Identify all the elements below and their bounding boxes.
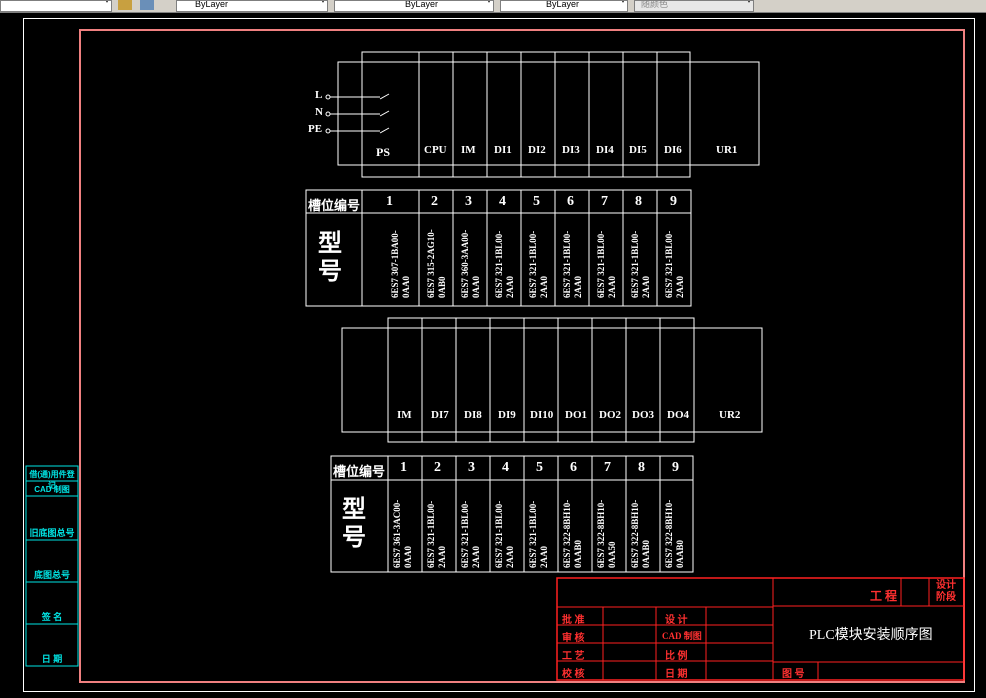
table1-model: 6ES7 360-3AA00-0AA0 — [460, 229, 481, 298]
rack1-slot-di6: DI6 — [664, 144, 682, 156]
drawing-canvas[interactable] — [0, 0, 986, 698]
rack1 — [325, 51, 760, 178]
table1-slot-number: 6 — [567, 194, 574, 209]
title-mid-label: 日 期 — [665, 669, 688, 680]
table1-slot-number: 7 — [601, 194, 608, 209]
rack1-slot-di1: DI1 — [494, 144, 512, 156]
table1-slot-number: 5 — [533, 194, 540, 209]
table1-slot-number: 1 — [386, 194, 393, 209]
rack2-slot-do1: DO1 — [565, 409, 587, 421]
table2-model: 6ES7 322-8BH10-0AAB0 — [562, 499, 583, 568]
rack2-slot-do2: DO2 — [599, 409, 621, 421]
rack2-slot-di9: DI9 — [498, 409, 516, 421]
rack1-slot-ps: PS — [376, 145, 391, 159]
title-left-label: 校 核 — [562, 669, 585, 680]
rack1-slot-im: IM — [461, 144, 476, 156]
table2-slot-number: 8 — [638, 460, 645, 475]
table2-model: 6ES7 322-8BH10-0AAB0 — [664, 499, 685, 568]
table1-type-label: 型号 — [318, 231, 342, 285]
rack2-rail-label: UR2 — [719, 409, 741, 421]
side-label-drawing-no: 底图总号 — [33, 570, 70, 580]
table2-slot-number: 3 — [468, 460, 475, 475]
table1-model: 6ES7 321-1BL00-2AA0 — [494, 230, 515, 298]
rack2-slot-di7: DI7 — [431, 409, 449, 421]
power-terminal-wiring — [325, 93, 390, 134]
table2-model: 6ES7 361-3AC00-0AA0 — [392, 499, 413, 568]
title-left-label: 工 艺 — [562, 651, 585, 662]
terminal-label-l: L — [315, 89, 323, 101]
table2-header: 槽位编号 — [333, 464, 386, 479]
rack1-slot-cpu: CPU — [424, 144, 447, 156]
table2-model: 6ES7 321-1BL00-2AA0 — [460, 500, 481, 568]
table1-slot-number: 4 — [499, 194, 506, 209]
table2-model: 6ES7 322-8BH10-0AA50 — [596, 499, 617, 568]
table1-model: 6ES7 321-1BL00-2AA0 — [528, 230, 549, 298]
title-mid-label: 比 例 — [665, 651, 688, 662]
table1-slot-number: 2 — [431, 194, 438, 209]
table1-model: 6ES7 321-1BL00-2AA0 — [562, 230, 583, 298]
table1-model: 6ES7 307-1BA00-0AA0 — [390, 230, 411, 298]
rack2-slot-di8: DI8 — [464, 409, 482, 421]
drawing-title: PLC模块安装顺序图 — [809, 628, 933, 643]
side-label-date: 日 期 — [41, 654, 63, 664]
table2-model: 6ES7 321-1BL00-2AA0 — [528, 500, 549, 568]
rack2-slot-im: IM — [397, 409, 412, 421]
title-mid-label: 设 计 — [665, 615, 688, 626]
rack1-slot-di2: DI2 — [528, 144, 546, 156]
table2-model: 6ES7 321-1BL00-2AA0 — [426, 500, 447, 568]
side-label-signature: 签 名 — [41, 612, 63, 622]
terminal-label-n: N — [315, 106, 323, 118]
title-project-label: 工 程 — [870, 589, 898, 603]
table2-slot-number: 4 — [502, 460, 509, 475]
table1-slot-number: 8 — [635, 194, 642, 209]
title-mid-label: CAD 制图 — [662, 631, 702, 641]
side-label-cad-drafting: CAD 制图 — [34, 485, 70, 494]
table2-slot-number: 2 — [434, 460, 441, 475]
table1-model: 6ES7 321-1BL00-2AA0 — [630, 230, 651, 298]
side-panel-grid — [25, 465, 79, 667]
table1-model: 6ES7 321-1BL00-2AA0 — [664, 230, 685, 298]
table1-model: 6ES7 315-2AG10-0AB0 — [426, 229, 447, 298]
side-label-old-drawing-no: 旧底图总号 — [29, 528, 75, 538]
rack2 — [341, 317, 763, 443]
drawing-number-label: 图 号 — [782, 669, 805, 680]
title-left-label: 批 准 — [562, 615, 585, 626]
terminal-label-pe: PE — [308, 123, 323, 135]
table2-slot-number: 9 — [672, 460, 679, 475]
table2-slot-number: 6 — [570, 460, 577, 475]
rack1-slot-di4: DI4 — [596, 144, 614, 156]
table1-slot-number: 9 — [670, 194, 677, 209]
table2-model: 6ES7 322-8BH10-0AAB0 — [630, 499, 651, 568]
table1-slot-number: 3 — [465, 194, 472, 209]
table2-slot-number: 1 — [400, 460, 407, 475]
rack2-slot-do4: DO4 — [667, 409, 689, 421]
table1-header: 槽位编号 — [308, 198, 361, 213]
table2-slot-number: 7 — [604, 460, 611, 475]
table2-model: 6ES7 321-1BL00-2AA0 — [494, 500, 515, 568]
rack2-slot-do3: DO3 — [632, 409, 654, 421]
title-left-label: 审 核 — [562, 633, 585, 644]
rack1-rail-label: UR1 — [716, 144, 738, 156]
table2-type-label: 型号 — [342, 497, 366, 551]
table1-model: 6ES7 321-1BL00-2AA0 — [596, 230, 617, 298]
table2-slot-number: 5 — [536, 460, 543, 475]
title-stage-label: 设计阶段 — [936, 580, 956, 603]
rack1-slot-di3: DI3 — [562, 144, 580, 156]
rack1-slot-di5: DI5 — [629, 144, 647, 156]
rack2-slot-di10: DI10 — [530, 409, 554, 421]
